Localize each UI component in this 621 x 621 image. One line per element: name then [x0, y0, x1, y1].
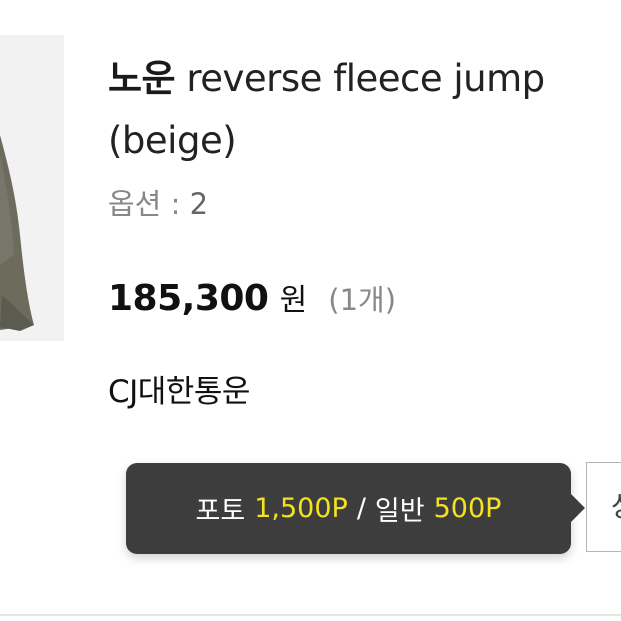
bottom-divider: [0, 614, 621, 616]
photo-review-label: 포토: [195, 496, 246, 527]
price-currency: 원: [279, 283, 308, 318]
product-brand: 노운: [108, 57, 176, 100]
option-value: 2: [189, 187, 209, 221]
photo-review-points: 1,500P: [254, 493, 348, 524]
shipping-carrier: CJ대한통운: [108, 374, 250, 410]
product-quantity: (1개): [328, 283, 397, 317]
general-review-points: 500P: [433, 493, 502, 524]
product-thumbnail[interactable]: [0, 35, 64, 341]
product-price: 185,300: [108, 278, 269, 319]
general-review-label: 일반: [374, 496, 425, 527]
points-separator: /: [356, 493, 366, 524]
product-name: reverse fleece jump: [186, 57, 545, 100]
product-option: 옵션 : 2: [108, 182, 208, 226]
product-color: (beige): [108, 119, 237, 162]
option-label: 옵션 :: [108, 187, 190, 221]
review-points-tooltip: 포토 1,500P / 일반 500P: [126, 463, 585, 554]
review-write-button[interactable]: 상: [586, 462, 621, 552]
product-title[interactable]: 노운 reverse fleece jump (beige): [108, 48, 621, 172]
price-row: 185,300 원 (1개): [108, 274, 396, 330]
garment-image-icon: [0, 135, 34, 331]
